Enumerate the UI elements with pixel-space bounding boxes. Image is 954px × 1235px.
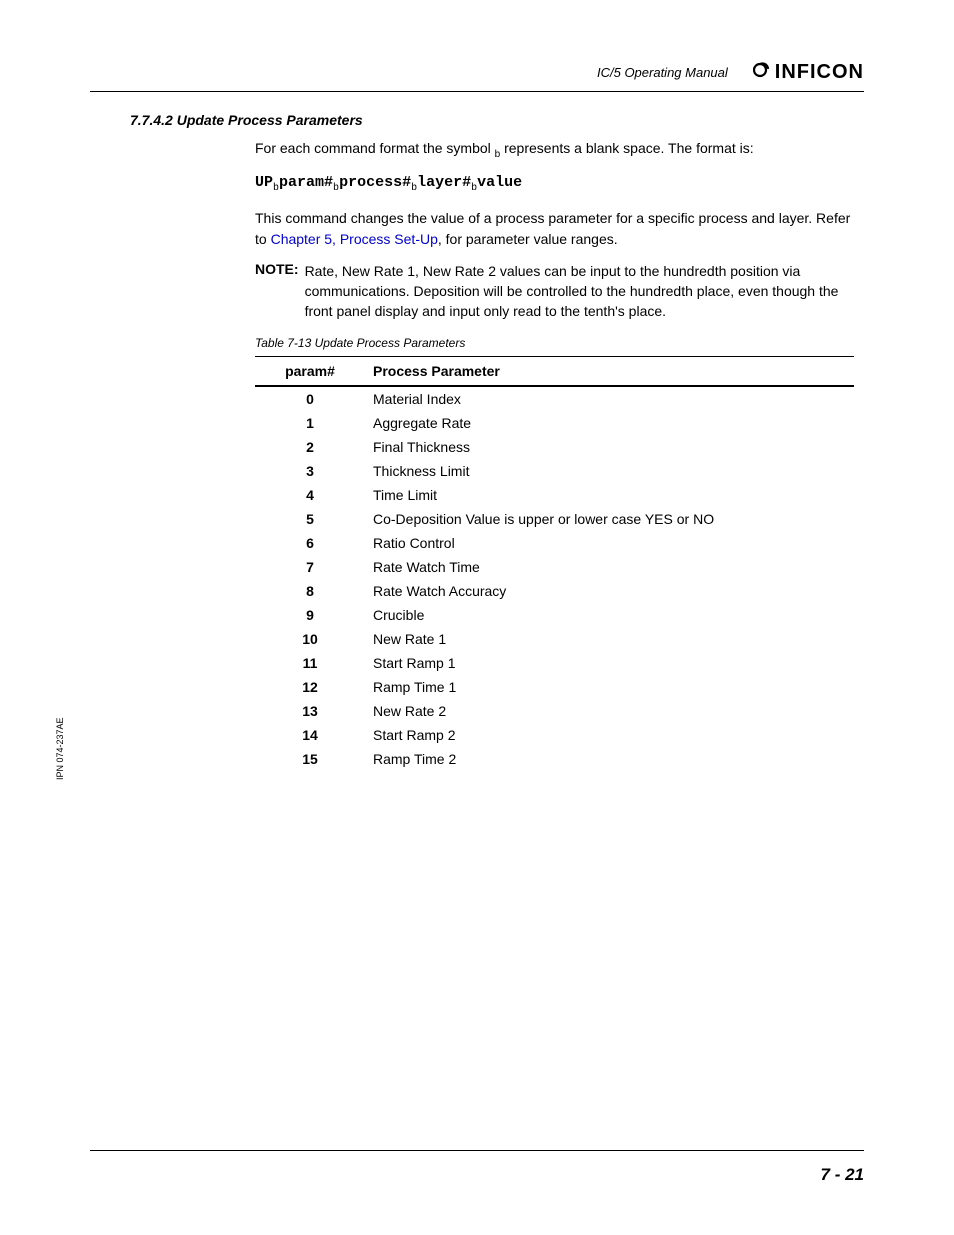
page-number: 7 - 21 [821,1165,864,1184]
note-body: Rate, New Rate 1, New Rate 2 values can … [305,261,854,322]
table-row: 14Start Ramp 2 [255,723,854,747]
table-row: 2Final Thickness [255,435,854,459]
param-name: Start Ramp 1 [365,651,854,675]
param-name: Rate Watch Time [365,555,854,579]
param-number: 9 [255,603,365,627]
param-name: Ratio Control [365,531,854,555]
param-number: 14 [255,723,365,747]
description-paragraph: This command changes the value of a proc… [255,208,854,249]
param-name: New Rate 2 [365,699,854,723]
table-row: 11Start Ramp 1 [255,651,854,675]
table-row: 5Co-Deposition Value is upper or lower c… [255,507,854,531]
parameters-table: param# Process Parameter 0Material Index… [255,356,854,771]
param-name: New Rate 1 [365,627,854,651]
param-number: 15 [255,747,365,771]
param-number: 6 [255,531,365,555]
note-block: NOTE: Rate, New Rate 1, New Rate 2 value… [255,261,854,322]
table-row: 3Thickness Limit [255,459,854,483]
param-number: 0 [255,386,365,411]
param-name: Rate Watch Accuracy [365,579,854,603]
param-name: Crucible [365,603,854,627]
param-number: 8 [255,579,365,603]
chapter5-link[interactable]: Chapter 5, Process Set-Up [271,231,438,247]
content-body: For each command format the symbol b rep… [255,138,854,771]
param-name: Ramp Time 2 [365,747,854,771]
param-name: Material Index [365,386,854,411]
param-number: 3 [255,459,365,483]
table-row: 6Ratio Control [255,531,854,555]
param-number: 2 [255,435,365,459]
table-row: 10New Rate 1 [255,627,854,651]
document-ipn: IPN 074-237AE [55,717,65,780]
table-row: 4Time Limit [255,483,854,507]
page-footer: 7 - 21 [90,1150,864,1185]
param-number: 10 [255,627,365,651]
table-row: 1Aggregate Rate [255,411,854,435]
table-header-process: Process Parameter [365,356,854,386]
param-number: 5 [255,507,365,531]
param-name: Co-Deposition Value is upper or lower ca… [365,507,854,531]
param-name: Thickness Limit [365,459,854,483]
page-header: IC/5 Operating Manual INFICON [90,60,864,92]
table-caption: Table 7-13 Update Process Parameters [255,336,854,350]
section-heading: 7.7.4.2 Update Process Parameters [130,112,864,128]
param-number: 12 [255,675,365,699]
param-number: 4 [255,483,365,507]
inficon-logo-icon [753,60,771,85]
table-row: 12Ramp Time 1 [255,675,854,699]
command-format: UPbparam#bprocess#blayer#bvalue [255,174,854,194]
param-name: Aggregate Rate [365,411,854,435]
table-row: 9Crucible [255,603,854,627]
param-name: Final Thickness [365,435,854,459]
intro-paragraph: For each command format the symbol b rep… [255,138,854,162]
manual-title: IC/5 Operating Manual [597,65,728,80]
table-row: 13New Rate 2 [255,699,854,723]
param-number: 7 [255,555,365,579]
param-number: 11 [255,651,365,675]
table-row: 7Rate Watch Time [255,555,854,579]
table-row: 0Material Index [255,386,854,411]
table-header-param: param# [255,356,365,386]
table-row: 15Ramp Time 2 [255,747,854,771]
logo-text: INFICON [775,61,864,84]
param-number: 1 [255,411,365,435]
param-name: Ramp Time 1 [365,675,854,699]
logo: INFICON [753,60,864,85]
param-number: 13 [255,699,365,723]
note-label: NOTE: [255,261,299,322]
param-name: Time Limit [365,483,854,507]
table-row: 8Rate Watch Accuracy [255,579,854,603]
param-name: Start Ramp 2 [365,723,854,747]
